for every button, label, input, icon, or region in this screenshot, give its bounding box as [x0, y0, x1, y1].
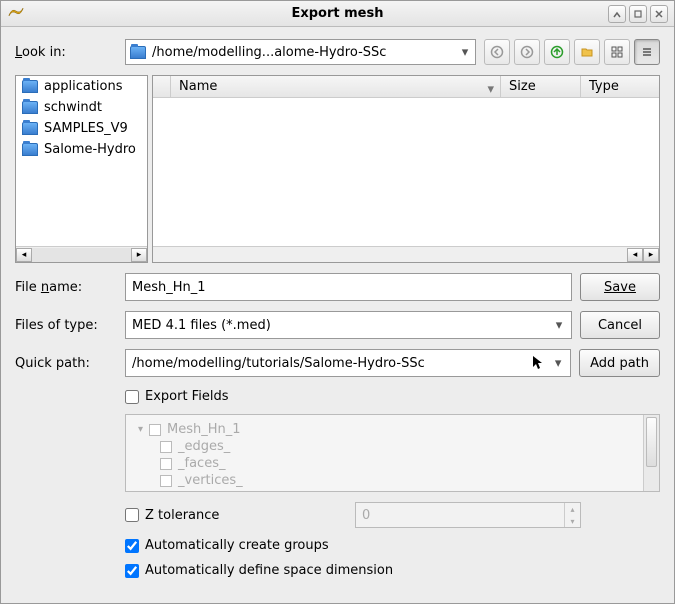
cancel-button[interactable]: Cancel	[580, 311, 660, 339]
look-in-label: Look in:	[15, 45, 117, 60]
auto-create-groups-checkbox[interactable]	[125, 539, 139, 553]
chevron-down-icon[interactable]: ▾	[550, 356, 566, 371]
tree-item-child[interactable]: _faces_	[134, 455, 635, 472]
column-blank[interactable]	[153, 76, 171, 97]
scroll-left-icon[interactable]: ◂	[16, 248, 32, 262]
maximize-button[interactable]	[629, 5, 647, 23]
column-header-size[interactable]: Size	[501, 76, 581, 97]
file-list-pane: Name▾ Size Type ◂ ▸	[152, 75, 660, 263]
folder-icon	[130, 46, 146, 59]
file-name-label: File name:	[15, 280, 117, 295]
folder-icon	[22, 101, 38, 114]
back-button[interactable]	[484, 39, 510, 65]
close-button[interactable]	[650, 5, 668, 23]
tree-item-root[interactable]: ▾Mesh_Hn_1	[134, 421, 635, 438]
tree-item-child[interactable]: _edges_	[134, 438, 635, 455]
z-tolerance-spinner: ▴▾	[355, 502, 581, 528]
add-path-button[interactable]: Add path	[579, 349, 660, 377]
new-folder-button[interactable]	[574, 39, 600, 65]
auto-space-dimension-checkbox[interactable]	[125, 564, 139, 578]
file-list[interactable]	[153, 98, 659, 246]
sidebar-item-samples[interactable]: SAMPLES_V9	[16, 118, 147, 139]
sidebar-item-label: SAMPLES_V9	[44, 121, 128, 136]
files-of-type-label: Files of type:	[15, 318, 117, 333]
sort-indicator-icon: ▾	[487, 82, 494, 97]
look-in-combo[interactable]: /home/modelling...alome-Hydro-SSc ▾	[125, 39, 476, 65]
sidebar-scrollbar[interactable]: ◂ ▸	[16, 246, 147, 262]
scroll-left-icon[interactable]: ◂	[627, 248, 643, 262]
folder-icon	[22, 122, 38, 135]
quick-path-value: /home/modelling/tutorials/Salome-Hydro-S…	[132, 356, 532, 371]
column-header-name[interactable]: Name▾	[171, 76, 501, 97]
app-icon	[7, 5, 25, 23]
auto-space-dimension-label: Automatically define space dimension	[145, 563, 393, 578]
file-name-input[interactable]	[125, 273, 572, 301]
spin-up-icon: ▴	[565, 503, 580, 515]
export-fields-checkbox[interactable]	[125, 390, 139, 404]
scroll-right-icon[interactable]: ▸	[131, 248, 147, 262]
save-button[interactable]: Save	[580, 273, 660, 301]
tree-checkbox	[160, 458, 172, 470]
tree-item-child[interactable]: _vertices_	[134, 472, 635, 489]
list-view-button[interactable]	[604, 39, 630, 65]
file-type-value: MED 4.1 files (*.med)	[132, 318, 551, 333]
forward-button[interactable]	[514, 39, 540, 65]
sidebar-item-label: schwindt	[44, 100, 102, 115]
quick-path-label: Quick path:	[15, 356, 117, 371]
z-tolerance-checkbox[interactable]	[125, 508, 139, 522]
detail-view-button[interactable]	[634, 39, 660, 65]
tree-expand-icon: ▾	[138, 424, 143, 435]
chevron-down-icon[interactable]: ▾	[551, 318, 567, 333]
tree-checkbox	[149, 424, 161, 436]
parent-dir-button[interactable]	[544, 39, 570, 65]
file-type-combo[interactable]: MED 4.1 files (*.med) ▾	[125, 311, 572, 339]
places-sidebar: applications schwindt SAMPLES_V9 Salome-…	[15, 75, 148, 263]
filelist-scrollbar[interactable]: ◂ ▸	[153, 246, 659, 262]
look-in-path: /home/modelling...alome-Hydro-SSc	[152, 45, 451, 60]
export-fields-label: Export Fields	[145, 389, 228, 404]
tree-checkbox	[160, 475, 172, 487]
window-title: Export mesh	[1, 6, 674, 21]
folder-icon	[22, 143, 38, 156]
z-tolerance-input	[356, 508, 564, 523]
export-fields-tree: ▾Mesh_Hn_1 _edges_ _faces_ _vertices_	[125, 414, 660, 492]
dialog-content: Look in: /home/modelling...alome-Hydro-S…	[1, 27, 674, 603]
sidebar-item-label: applications	[44, 79, 122, 94]
title-bar: Export mesh	[1, 1, 674, 27]
minimize-button[interactable]	[608, 5, 626, 23]
spin-down-icon: ▾	[565, 515, 580, 527]
sidebar-item-salome-hydro[interactable]: Salome-Hydro	[16, 139, 147, 160]
cursor-icon	[532, 355, 544, 371]
sidebar-item-schwindt[interactable]: schwindt	[16, 97, 147, 118]
scroll-right-icon[interactable]: ▸	[643, 248, 659, 262]
sidebar-item-applications[interactable]: applications	[16, 76, 147, 97]
chevron-down-icon[interactable]: ▾	[457, 45, 473, 60]
tree-checkbox	[160, 441, 172, 453]
tree-scrollbar[interactable]	[643, 415, 659, 491]
quick-path-combo[interactable]: /home/modelling/tutorials/Salome-Hydro-S…	[125, 349, 571, 377]
auto-create-groups-label: Automatically create groups	[145, 538, 329, 553]
column-header-type[interactable]: Type	[581, 76, 659, 97]
z-tolerance-label: Z tolerance	[145, 508, 219, 523]
folder-icon	[22, 80, 38, 93]
sidebar-item-label: Salome-Hydro	[44, 142, 136, 157]
